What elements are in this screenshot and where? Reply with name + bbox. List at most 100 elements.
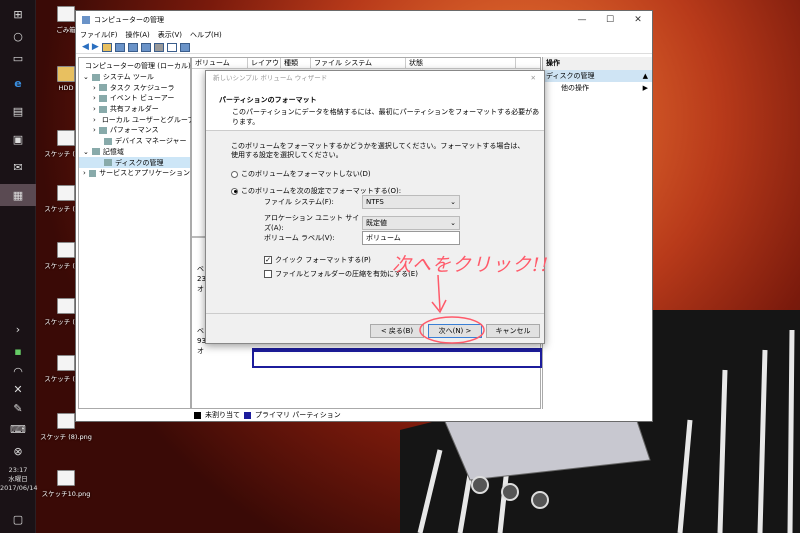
- filesystem-value: NTFS: [366, 198, 384, 206]
- recycle-bin-icon: [57, 6, 75, 22]
- volume-label-input[interactable]: ボリューム: [362, 231, 460, 245]
- radio-circle: [231, 170, 238, 178]
- menu-file[interactable]: ファイル(F): [80, 30, 118, 40]
- tree-item-label: サービスとアプリケーション: [99, 169, 190, 178]
- chevron-right-icon[interactable]: ›: [93, 116, 96, 124]
- search-icon[interactable]: ○: [0, 25, 36, 47]
- tree-item-shared-folders[interactable]: › 共有フォルダー: [79, 104, 190, 115]
- close-button[interactable]: ✕: [624, 15, 652, 25]
- services-icon: [88, 169, 97, 177]
- tree-item-task-scheduler[interactable]: › タスク スケジューラ: [79, 82, 190, 93]
- chevron-down-icon[interactable]: ⌄: [83, 73, 89, 81]
- partition-block[interactable]: [252, 348, 542, 368]
- tree-item-label: 記憶域: [102, 147, 124, 156]
- up-folder-icon[interactable]: [101, 42, 112, 52]
- forward-arrow-icon[interactable]: ▶: [92, 42, 99, 52]
- store-icon[interactable]: ▣: [0, 128, 36, 150]
- view-icon[interactable]: [179, 42, 190, 52]
- desktop-icon-label: ごみ箱: [56, 26, 76, 34]
- notification-icon[interactable]: ▢: [0, 508, 36, 530]
- column-status[interactable]: 状態: [406, 58, 516, 68]
- menubar: ファイル(F) 操作(A) 表示(V) ヘルプ(H): [76, 29, 652, 41]
- chevron-down-icon[interactable]: ⌄: [83, 148, 89, 156]
- collapse-icon[interactable]: ▲: [643, 70, 648, 82]
- dialog-close-icon[interactable]: ✕: [531, 71, 536, 85]
- properties-icon[interactable]: [140, 42, 151, 52]
- clock[interactable]: 23:17 水曜日 2017/06/14: [0, 466, 37, 493]
- alloc-select[interactable]: 既定値 ⌄: [362, 216, 460, 230]
- chevron-right-icon[interactable]: ›: [93, 94, 96, 102]
- chevron-down-icon: ⌄: [450, 198, 456, 206]
- tree-item-device-manager[interactable]: デバイス マネージャー: [79, 136, 190, 147]
- back-button[interactable]: < 戻る(B): [370, 324, 424, 338]
- dialog-subheading: このパーティションにデータを格納するには、最初にパーティションをフォーマットする…: [232, 108, 540, 126]
- toolbar: ◀ ▶: [76, 41, 652, 54]
- check-icon[interactable]: [166, 42, 177, 52]
- alloc-label: アロケーション ユニット サイズ(A):: [264, 214, 360, 232]
- chevron-right-icon[interactable]: ›: [83, 169, 86, 177]
- network-icon[interactable]: ▪: [0, 340, 36, 362]
- tree-item-performance[interactable]: › パフォーマンス: [79, 125, 190, 136]
- menu-action[interactable]: 操作(A): [126, 30, 150, 40]
- menu-view[interactable]: 表示(V): [158, 30, 182, 40]
- ime-icon[interactable]: ⊗: [0, 440, 36, 462]
- dialog-header: パーティションのフォーマット このパーティションにデータを格納するには、最初にパ…: [206, 85, 544, 131]
- start-icon[interactable]: ⊞: [0, 3, 36, 25]
- dialog-titlebar[interactable]: 新しいシンプル ボリューム ウィザード ✕: [206, 71, 544, 85]
- shared-folder-icon: [98, 105, 107, 113]
- primary-swatch: [244, 411, 251, 419]
- quick-format-label: クイック フォーマットする(P): [275, 256, 371, 264]
- radio-no-format[interactable]: このボリュームをフォーマットしない(D): [231, 169, 544, 179]
- chevron-up-icon[interactable]: ›: [0, 318, 36, 340]
- actions-other[interactable]: 他の操作 ▶: [543, 82, 652, 94]
- tree-item-label: コンピューターの管理 (ローカル): [85, 62, 191, 71]
- tree-item-label: イベント ビューアー: [109, 94, 175, 103]
- column-type[interactable]: 種類: [281, 58, 311, 68]
- unallocated-swatch: [194, 411, 201, 419]
- tree-item-root[interactable]: コンピューターの管理 (ローカル): [79, 61, 191, 72]
- chevron-right-icon[interactable]: ›: [93, 84, 96, 92]
- keyboard-icon[interactable]: ⌨: [0, 418, 36, 440]
- actions-other-label: 他の操作: [561, 84, 589, 92]
- radio-no-format-label: このボリュームをフォーマットしない(D): [241, 170, 371, 178]
- tree-item-system-tools[interactable]: ⌄ システム ツール: [79, 72, 190, 83]
- image-file-icon: [57, 130, 75, 146]
- clock-icon: [98, 84, 107, 92]
- back-arrow-icon[interactable]: ◀: [82, 42, 89, 52]
- quick-format-checkbox[interactable]: ✓ クイック フォーマットする(P): [264, 255, 371, 265]
- column-volume[interactable]: ボリューム: [192, 58, 248, 68]
- explorer-icon[interactable]: ▤: [0, 100, 36, 122]
- window-titlebar[interactable]: コンピューターの管理 — ☐ ✕: [76, 11, 652, 29]
- filesystem-select[interactable]: NTFS ⌄: [362, 195, 460, 209]
- tree-item-disk-management[interactable]: ディスクの管理: [79, 157, 190, 168]
- desktop-icon-sketch10[interactable]: スケッチ10.png: [36, 470, 96, 498]
- task-view-icon[interactable]: ▭: [0, 47, 36, 69]
- help-icon[interactable]: [127, 42, 138, 52]
- actions-disk-management[interactable]: ディスクの管理 ▲: [543, 70, 652, 82]
- tree-item-event-viewer[interactable]: › イベント ビューアー: [79, 93, 190, 104]
- column-layout[interactable]: レイアウト: [248, 58, 281, 78]
- tree-item-label: ローカル ユーザーとグループ: [101, 115, 195, 124]
- image-file-icon: [57, 355, 75, 371]
- tree-item-label: デバイス マネージャー: [115, 137, 187, 146]
- tree-item-storage[interactable]: ⌄ 記憶域: [79, 147, 190, 158]
- legend-primary: プライマリ パーティション: [255, 411, 341, 419]
- chevron-down-icon: ⌄: [450, 219, 456, 227]
- disk-icon: [104, 159, 112, 167]
- chevron-right-icon[interactable]: ›: [93, 126, 96, 134]
- key-icon[interactable]: [153, 42, 164, 52]
- menu-help[interactable]: ヘルプ(H): [190, 30, 222, 40]
- tree-item-local-users[interactable]: › ローカル ユーザーとグループ: [79, 114, 194, 125]
- show-hide-tree-icon[interactable]: [114, 42, 125, 52]
- maximize-button[interactable]: ☐: [596, 15, 624, 25]
- computer-management-taskbar-icon[interactable]: ▦: [0, 184, 36, 206]
- minimize-button[interactable]: —: [568, 15, 596, 25]
- chevron-right-icon[interactable]: ›: [93, 105, 96, 113]
- tree-item-services[interactable]: › サービスとアプリケーション: [79, 168, 190, 179]
- image-file-icon: [57, 298, 75, 314]
- pen-icon[interactable]: ✎: [0, 397, 36, 419]
- column-filesystem[interactable]: ファイル システム: [311, 58, 406, 68]
- mail-icon[interactable]: ✉: [0, 156, 36, 178]
- tree-item-label: 共有フォルダー: [109, 105, 159, 114]
- edge-icon[interactable]: e: [0, 72, 36, 94]
